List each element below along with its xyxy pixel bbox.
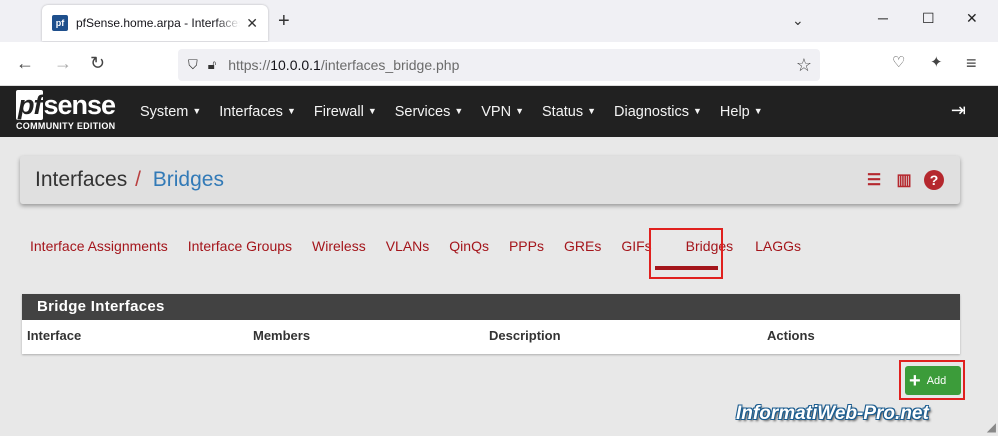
menu-diagnostics[interactable]: Diagnostics ▼ [614, 104, 702, 120]
menu-vpn[interactable]: VPN ▼ [481, 104, 524, 120]
pfsense-favicon-icon: pf [52, 15, 68, 31]
help-icon[interactable]: ? [924, 170, 944, 190]
header-icons: ☰ ▥ ? [864, 170, 944, 190]
tab-vlans[interactable]: VLANs [386, 238, 430, 254]
bar-chart-icon[interactable]: ▥ [894, 170, 914, 190]
bookmark-star-icon[interactable]: ☆ [796, 55, 812, 76]
caret-down-icon: ▼ [367, 105, 377, 116]
browser-tab[interactable]: pf pfSense.home.arpa - Interfaces: Bridg… [42, 5, 268, 41]
caret-down-icon: ▼ [587, 105, 597, 116]
tab-ppps[interactable]: PPPs [509, 238, 544, 254]
add-button[interactable]: + Add [905, 366, 961, 395]
menu-services-label: Services [394, 103, 451, 120]
breadcrumb-separator: / [135, 168, 141, 191]
breadcrumb-current[interactable]: Bridges [153, 168, 224, 191]
page-header: Interfaces / Bridges ☰ ▥ ? [20, 156, 960, 204]
plus-icon: + [909, 369, 921, 392]
breadcrumb: Interfaces / Bridges [35, 168, 224, 192]
minimize-icon[interactable]: ─ [878, 10, 888, 26]
menu-help-label: Help [719, 103, 750, 120]
tab-qinqs[interactable]: QinQs [449, 238, 489, 254]
caret-down-icon: ▼ [753, 105, 763, 116]
caret-down-icon: ▼ [515, 105, 525, 116]
close-window-icon[interactable]: ✕ [966, 10, 978, 27]
menu-firewall-label: Firewall [313, 103, 364, 120]
watermark: InformatiWeb-Pro.net [736, 403, 929, 424]
back-arrow-icon[interactable]: ← [16, 54, 34, 72]
menu-interfaces[interactable]: Interfaces ▼ [219, 104, 296, 120]
extensions-icon[interactable]: ✦ [930, 54, 943, 72]
logout-icon[interactable]: ⇥ [951, 100, 966, 121]
table-header: Interface Members Description Actions [22, 320, 960, 352]
tab-laggs[interactable]: LAGGs [755, 238, 801, 254]
highlight-box-bridges-tab [649, 228, 723, 279]
column-members: Members [253, 328, 311, 343]
maximize-icon[interactable]: ☐ [922, 10, 935, 27]
shield-icon[interactable]: ⛉ [188, 57, 198, 73]
url-scheme: https:// [228, 57, 271, 73]
menu-help[interactable]: Help ▼ [720, 104, 763, 120]
tab-interface-groups[interactable]: Interface Groups [188, 238, 292, 254]
tab-wireless[interactable]: Wireless [312, 238, 366, 254]
pfsense-topbar: pfsense COMMUNITY EDITION System ▼ Interf… [0, 86, 998, 137]
menu-firewall[interactable]: Firewall ▼ [314, 104, 377, 120]
url-bar[interactable]: ⛉ 🔓︎ https://10.0.0.1/interfaces_bridge.… [178, 49, 820, 81]
bridge-interfaces-panel: Bridge Interfaces Interface Members Desc… [22, 294, 960, 354]
list-tabs-chevron-icon[interactable]: ⌄ [792, 12, 804, 29]
caret-down-icon: ▼ [454, 105, 464, 116]
forward-arrow-icon[interactable]: → [54, 54, 72, 72]
caret-down-icon: ▼ [192, 105, 202, 116]
url-host: 10.0.0.1 [270, 57, 321, 73]
breadcrumb-parent: Interfaces [35, 168, 128, 191]
settings-sliders-icon[interactable]: ☰ [864, 170, 884, 190]
column-interface: Interface [27, 328, 82, 343]
url-path: /interfaces_bridge.php [320, 57, 460, 73]
lock-warning-icon[interactable]: 🔓︎ [208, 57, 216, 73]
pfsense-logo[interactable]: pfsense COMMUNITY EDITION [16, 90, 124, 134]
browser-tab-bar: pf pfSense.home.arpa - Interfaces: Bridg… [0, 0, 998, 42]
menu-system-label: System [140, 103, 189, 120]
caret-down-icon: ▼ [693, 105, 702, 116]
panel-title: Bridge Interfaces [22, 294, 960, 320]
tab-title: pfSense.home.arpa - Interfaces: Bridges [76, 16, 240, 30]
menu-status-label: Status [542, 103, 584, 120]
tab-gres[interactable]: GREs [564, 238, 601, 254]
menu-system[interactable]: System ▼ [140, 104, 201, 120]
pocket-icon[interactable]: ♡ [892, 54, 905, 72]
tab-gifs[interactable]: GIFs [621, 238, 651, 254]
menu-status[interactable]: Status ▼ [542, 104, 596, 120]
column-description: Description [489, 328, 561, 343]
menu-diagnostics-label: Diagnostics [614, 103, 689, 120]
menu-services[interactable]: Services ▼ [395, 104, 464, 120]
add-button-label: Add [926, 374, 947, 387]
new-tab-icon[interactable]: + [278, 10, 290, 32]
browser-nav-bar: ← → ↻ ⛉ 🔓︎ https://10.0.0.1/interfaces_b… [0, 42, 998, 86]
menu-vpn-label: VPN [481, 103, 512, 120]
menu-hamburger-icon[interactable]: ≡ [966, 54, 977, 72]
logo-sense: sense [43, 90, 116, 120]
caret-down-icon: ▼ [286, 105, 296, 116]
url-text[interactable]: https://10.0.0.1/interfaces_bridge.php [228, 57, 459, 73]
menu-interfaces-label: Interfaces [219, 103, 283, 120]
tab-interface-assignments[interactable]: Interface Assignments [30, 238, 168, 254]
logo-pf: pf [16, 90, 44, 120]
column-actions: Actions [767, 328, 815, 343]
resize-grip-icon: ◢ [986, 420, 996, 434]
logo-subtitle: COMMUNITY EDITION [16, 121, 116, 131]
main-menu: System ▼ Interfaces ▼ Firewall ▼ Services ▼ … [140, 86, 781, 137]
close-tab-icon[interactable]: ✕ [246, 15, 258, 32]
reload-icon[interactable]: ↻ [90, 54, 105, 72]
